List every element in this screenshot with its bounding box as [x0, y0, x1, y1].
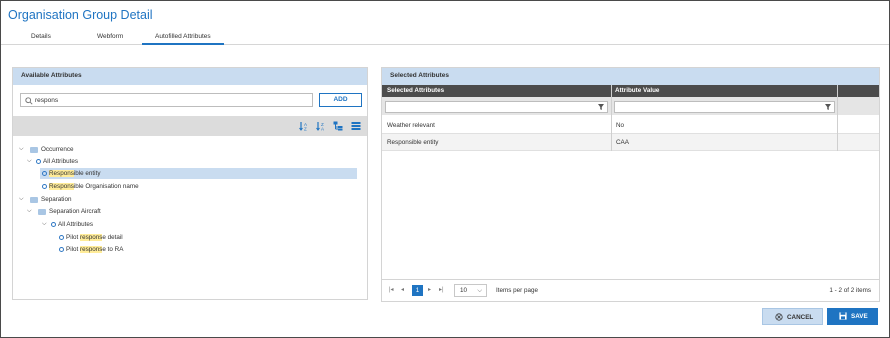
filter-row: [382, 97, 879, 115]
column-divider: [611, 85, 612, 151]
last-page-icon[interactable]: ▸|: [439, 286, 444, 293]
search-match: respons: [80, 234, 103, 241]
tree-node-responsible-entity[interactable]: Responsible entity: [40, 168, 357, 179]
items-per-page-label: Items per page: [496, 287, 539, 294]
chevron-down-icon[interactable]: ⌵: [27, 206, 32, 217]
tree-node-label: Responsible entity: [49, 168, 100, 179]
folder-icon: [38, 209, 46, 215]
save-button[interactable]: SAVE: [827, 308, 878, 325]
value-filter-input[interactable]: [614, 101, 835, 113]
tab-autofilled-attributes[interactable]: Autofilled Attributes: [142, 33, 224, 45]
window-frame: Organisation Group Detail Details Webfor…: [0, 0, 890, 338]
search-box: [20, 93, 313, 107]
cancel-icon: [775, 313, 783, 321]
pager: |◂ ◂ 1 ▸ ▸| 10 ⌵ Items per page 1 - 2 of…: [382, 279, 879, 301]
tree-node-label: All Attributes: [43, 158, 78, 165]
column-divider: [837, 85, 838, 151]
label-pre: Pilot: [66, 234, 80, 241]
search-match: Respons: [49, 170, 74, 177]
column-header-attribute-value[interactable]: Attribute Value: [615, 87, 659, 94]
label-pre: Pilot: [66, 246, 80, 253]
add-button[interactable]: ADD: [319, 93, 362, 107]
filter-icon[interactable]: [598, 104, 604, 110]
attribute-filter-input[interactable]: [385, 101, 608, 113]
sort-asc-icon[interactable]: A Z: [299, 121, 309, 131]
first-page-icon[interactable]: |◂: [389, 286, 394, 293]
cell-value: CAA: [616, 139, 629, 146]
svg-text:Z: Z: [304, 127, 307, 132]
page-size-value: 10: [460, 287, 468, 294]
chevron-down-icon[interactable]: ⌵: [27, 156, 32, 167]
search-icon: [25, 97, 33, 105]
tab-bar: Details Webform Autofilled Attributes: [1, 31, 889, 45]
save-label: SAVE: [851, 313, 868, 320]
cell-attribute: Weather relevant: [387, 122, 435, 129]
search-match: Respons: [49, 183, 74, 190]
available-attributes-panel: Available Attributes ADD A Z Z A: [12, 67, 368, 300]
sort-desc-icon[interactable]: Z A: [316, 121, 326, 131]
cancel-label: CANCEL: [787, 314, 814, 321]
tab-webform[interactable]: Webform: [97, 33, 123, 40]
tree-node-label: All Attributes: [58, 221, 93, 228]
column-header-selected-attributes[interactable]: Selected Attributes: [387, 87, 444, 94]
attribute-icon: [42, 184, 47, 189]
chevron-down-icon[interactable]: ⌵: [19, 194, 24, 205]
label-rest: e to RA: [102, 246, 124, 253]
table-row[interactable]: Responsible entity CAA: [382, 134, 879, 151]
page-title: Organisation Group Detail: [8, 8, 153, 22]
attribute-icon: [59, 247, 64, 252]
label-rest: e detail: [102, 234, 123, 241]
chevron-down-icon: ⌵: [477, 287, 482, 294]
attribute-group-icon: [36, 159, 41, 164]
tree-node-label: Occurrence: [41, 146, 74, 153]
grid-header: Selected Attributes Attribute Value: [382, 85, 879, 97]
list-view-icon[interactable]: [351, 121, 361, 131]
prev-page-icon[interactable]: ◂: [401, 286, 404, 293]
tree-node-label: Responsible Organisation name: [49, 181, 139, 192]
page-size-select[interactable]: 10 ⌵: [454, 284, 487, 297]
current-page-button[interactable]: 1: [412, 285, 423, 296]
attribute-group-icon: [51, 222, 56, 227]
label-rest: ible entity: [73, 170, 101, 177]
cell-attribute: Responsible entity: [387, 139, 439, 146]
selected-attributes-panel: Selected Attributes Selected Attributes …: [381, 67, 880, 302]
filter-icon[interactable]: [825, 104, 831, 110]
tree-node-label: Pilot response to RA: [66, 244, 123, 255]
search-match: respons: [80, 246, 103, 253]
tree-view-icon[interactable]: [333, 121, 343, 131]
cancel-button[interactable]: CANCEL: [762, 308, 823, 325]
cell-value: No: [616, 122, 625, 129]
tree-node-label: Pilot response detail: [66, 232, 123, 243]
table-row[interactable]: Weather relevant No: [382, 117, 879, 134]
selected-attributes-header: Selected Attributes: [382, 68, 879, 85]
available-attributes-header: Available Attributes: [13, 68, 367, 85]
svg-text:A: A: [321, 127, 324, 132]
folder-icon: [30, 197, 38, 203]
next-page-icon[interactable]: ▸: [428, 286, 431, 293]
tree-node-label: Separation: [41, 196, 72, 203]
items-count: 1 - 2 of 2 items: [829, 287, 871, 294]
search-input[interactable]: [35, 95, 305, 106]
label-rest: ible Organisation name: [73, 183, 139, 190]
tree-toolbar: A Z Z A: [13, 116, 367, 136]
chevron-down-icon[interactable]: ⌵: [42, 219, 47, 230]
attribute-icon: [59, 235, 64, 240]
save-icon: [839, 312, 847, 320]
tab-details[interactable]: Details: [31, 33, 51, 40]
attribute-icon: [42, 171, 47, 176]
tree-node-label: Separation Aircraft: [49, 208, 101, 215]
chevron-down-icon[interactable]: ⌵: [19, 144, 24, 155]
folder-icon: [30, 147, 38, 153]
